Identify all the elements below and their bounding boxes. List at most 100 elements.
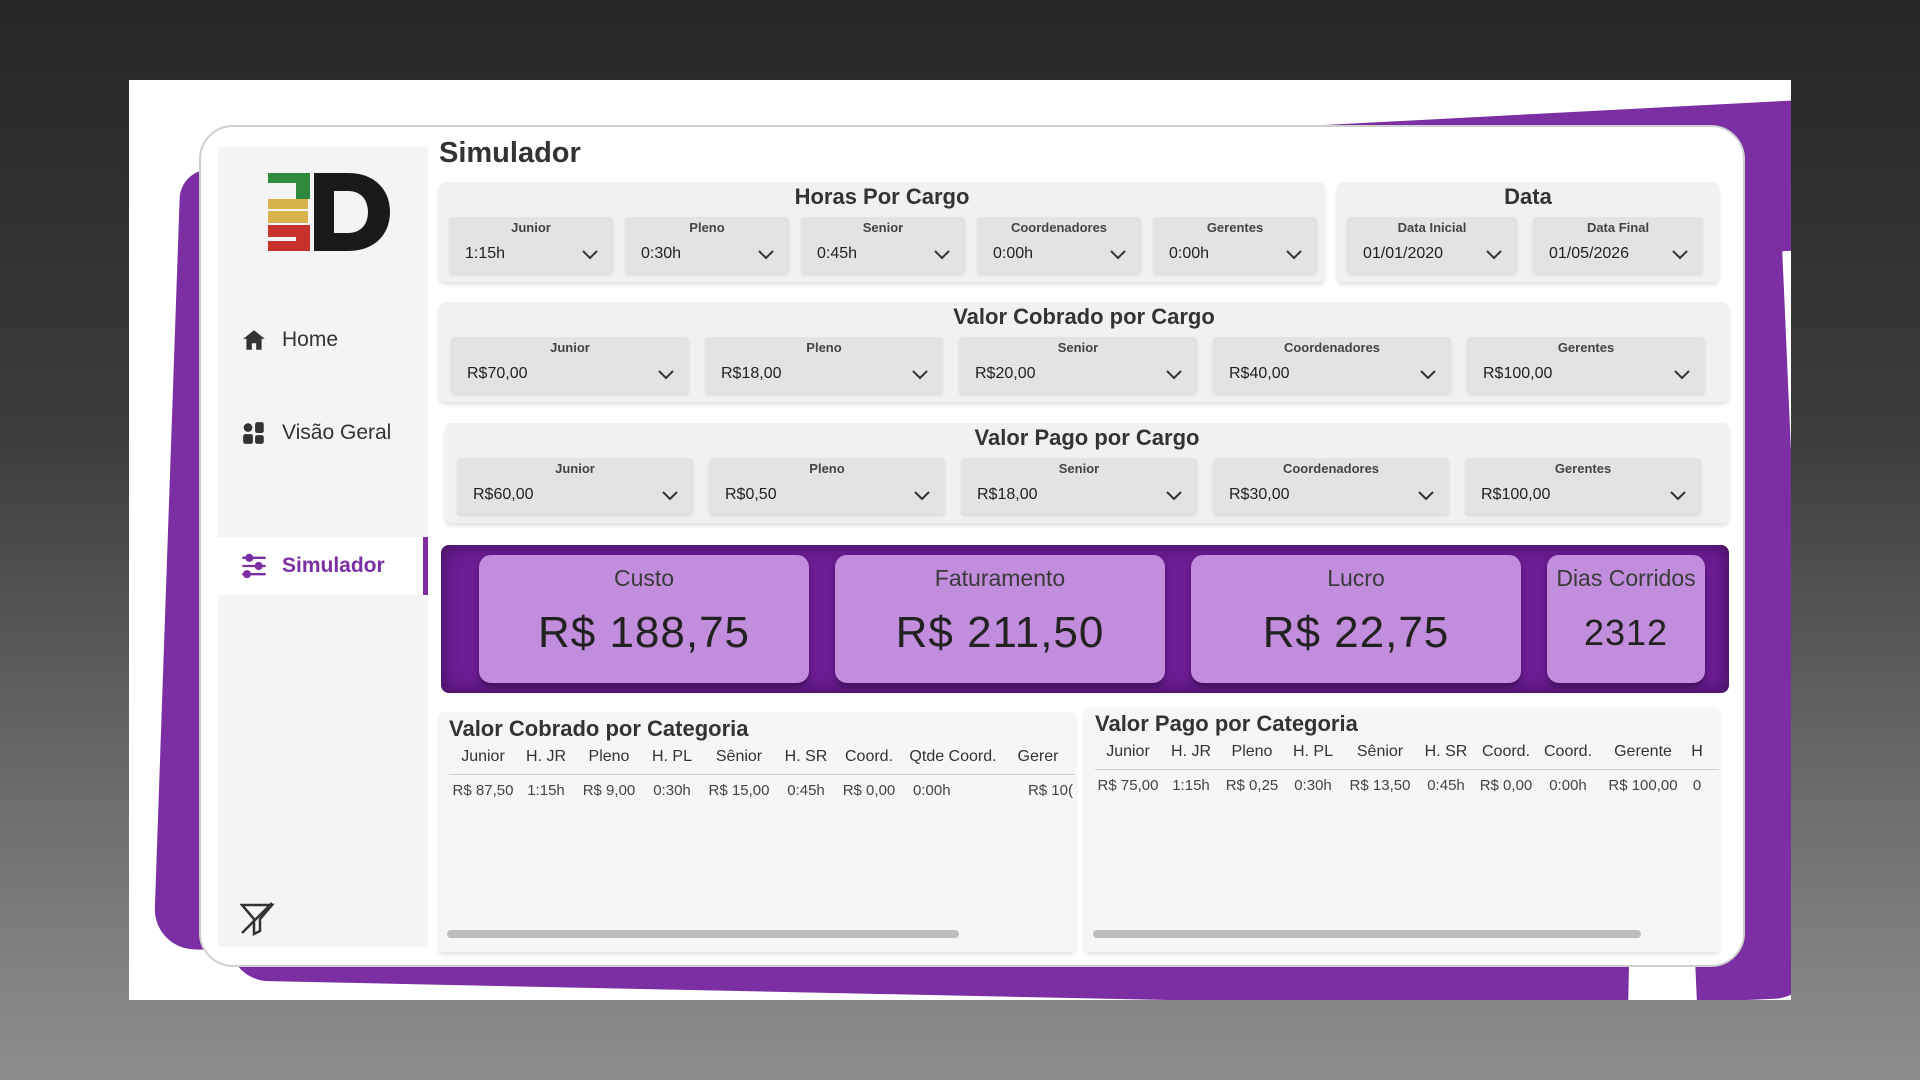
chevron-down-icon	[1166, 491, 1182, 501]
pago-coordenadores-slicer[interactable]: Coordenadores R$30,00	[1213, 458, 1449, 514]
horas-coordenadores-slicer[interactable]: Coordenadores 0:00h	[977, 217, 1141, 273]
slicer-label: Junior	[511, 220, 551, 235]
sliders-icon	[240, 552, 268, 580]
column-header[interactable]: H	[1687, 743, 1707, 769]
column-header[interactable]: H. JR	[517, 748, 575, 774]
table-cell: 0:45h	[1427, 777, 1465, 794]
table-cell: 0:00h	[1549, 777, 1587, 794]
data-final-slicer[interactable]: Data Final 01/05/2026	[1533, 217, 1703, 273]
kpi-lucro: Lucro R$ 22,75	[1191, 555, 1521, 683]
slicer-value: R$60,00	[473, 486, 534, 503]
chevron-down-icon	[912, 370, 928, 380]
table-cell: 0	[1692, 777, 1702, 794]
column-header[interactable]: Coord.	[1475, 743, 1537, 769]
column-header[interactable]: Junior	[1095, 743, 1161, 769]
column-header[interactable]: H. SR	[777, 748, 835, 774]
column-header[interactable]: Qtde Coord.	[903, 748, 1003, 774]
column-header[interactable]: Coord.	[1537, 743, 1599, 769]
slicer-label: Pleno	[689, 220, 725, 235]
slide-canvas: Home Visão Geral Simulador Simulador Hor…	[129, 80, 1791, 1000]
sidebar-item-home[interactable]: Home	[218, 312, 428, 368]
slicer-value: 01/01/2020	[1363, 245, 1444, 262]
column-header[interactable]: Pleno	[575, 748, 643, 774]
cobrado-coordenadores-slicer[interactable]: Coordenadores R$40,00	[1213, 337, 1451, 393]
slicer-label: Coordenadores	[1282, 461, 1380, 476]
table-divider	[449, 774, 1075, 775]
horas-pleno-slicer[interactable]: Pleno 0:30h	[625, 217, 789, 273]
table-cell: 0:00h	[913, 782, 951, 799]
pago-pleno-slicer[interactable]: Pleno R$0,50	[709, 458, 945, 514]
slicer-value: R$30,00	[1229, 486, 1290, 503]
slicer-value: R$18,00	[977, 486, 1038, 503]
table-cobrado-categoria: Valor Cobrado por Categoria Junior H. JR…	[439, 712, 1075, 952]
data-inicial-slicer[interactable]: Data Inicial 01/01/2020	[1347, 217, 1517, 273]
pago-senior-slicer[interactable]: Senior R$18,00	[961, 458, 1197, 514]
cobrado-title: Valor Cobrado por Cargo	[953, 304, 1215, 329]
slicer-label: Senior	[1058, 461, 1100, 476]
cobrado-gerentes-slicer[interactable]: Gerentes R$100,00	[1467, 337, 1705, 393]
slicer-value: 01/05/2026	[1549, 245, 1630, 262]
cobrado-junior-slicer[interactable]: Junior R$70,00	[451, 337, 689, 393]
cobrado-pleno-slicer[interactable]: Pleno R$18,00	[705, 337, 943, 393]
sidebar-item-label: Visão Geral	[282, 421, 392, 444]
pago-junior-slicer[interactable]: Junior R$60,00	[457, 458, 693, 514]
kpi-label: Lucro	[1327, 565, 1385, 591]
horas-senior-slicer[interactable]: Senior 0:45h	[801, 217, 965, 273]
table-cell: R$ 0,00	[842, 782, 896, 799]
column-header[interactable]: H. SR	[1417, 743, 1475, 769]
chevron-down-icon	[1286, 250, 1302, 260]
table-cell: R$ 15,00	[708, 782, 770, 799]
slicer-label: Junior	[550, 340, 590, 355]
chevron-down-icon	[1672, 250, 1688, 260]
company-logo	[268, 173, 390, 251]
horas-gerentes-slicer[interactable]: Gerentes 0:00h	[1153, 217, 1317, 273]
slicer-value: 0:45h	[817, 245, 858, 262]
table-cell: 1:15h	[1172, 777, 1210, 794]
table-pago-categoria: Valor Pago por Categoria Junior H. JR Pl…	[1085, 707, 1719, 952]
table-cell: 0:30h	[653, 782, 691, 799]
horas-title: Horas Por Cargo	[794, 184, 970, 209]
slicer-value: 0:30h	[641, 245, 682, 262]
horas-junior-slicer[interactable]: Junior 1:15h	[449, 217, 613, 273]
slicer-value: R$0,50	[725, 486, 777, 503]
column-header[interactable]: H. JR	[1161, 743, 1221, 769]
pago-gerentes-slicer[interactable]: Gerentes R$100,00	[1465, 458, 1701, 514]
slicer-value: R$40,00	[1229, 365, 1290, 382]
slicer-label: Data Final	[1586, 220, 1650, 235]
column-header[interactable]: Sênior	[701, 748, 777, 774]
slicer-label: Pleno	[809, 461, 845, 476]
slicer-value: 1:15h	[465, 245, 506, 262]
pago-panel: Valor Pago por Cargo Junior R$60,00 Plen…	[445, 423, 1729, 523]
column-header[interactable]: Pleno	[1221, 743, 1283, 769]
column-header[interactable]: H. PL	[1283, 743, 1343, 769]
kpi-band: Custo R$ 188,75 Faturamento R$ 211,50 Lu…	[441, 545, 1729, 693]
table-cell: R$ 100,00	[1608, 777, 1678, 794]
slicer-value: R$100,00	[1483, 365, 1553, 382]
sidebar-item-simulador[interactable]: Simulador	[218, 537, 428, 595]
slicer-value: 0:00h	[993, 245, 1034, 262]
chevron-down-icon	[758, 250, 774, 260]
pago-title: Valor Pago por Cargo	[974, 425, 1200, 450]
column-header[interactable]: Gerer	[1003, 748, 1073, 774]
table-cell: R$ 0,00	[1479, 777, 1533, 794]
column-header[interactable]: Sênior	[1343, 743, 1417, 769]
slicer-value: R$18,00	[721, 365, 782, 382]
kpi-label: Dias Corridos	[1556, 565, 1696, 591]
table-cell: R$ 87,50	[452, 782, 514, 799]
column-header[interactable]: H. PL	[643, 748, 701, 774]
table-title: Valor Pago por Categoria	[1095, 711, 1358, 736]
cobrado-senior-slicer[interactable]: Senior R$20,00	[959, 337, 1197, 393]
table-header: Junior H. JR Pleno H. PL Sênior H. SR Co…	[1095, 743, 1707, 769]
clear-filter-icon[interactable]	[238, 899, 278, 939]
column-header[interactable]: Gerente	[1599, 743, 1687, 769]
horizontal-scrollbar[interactable]	[1093, 930, 1641, 938]
kpi-value: R$ 22,75	[1262, 608, 1450, 657]
column-header[interactable]: Coord.	[835, 748, 903, 774]
table-cell: 0:30h	[1294, 777, 1332, 794]
column-header[interactable]: Junior	[449, 748, 517, 774]
chevron-down-icon	[1166, 370, 1182, 380]
sidebar-item-visao-geral[interactable]: Visão Geral	[218, 405, 428, 461]
horizontal-scrollbar[interactable]	[447, 930, 959, 938]
chevron-down-icon	[1418, 491, 1434, 501]
slicer-label: Data Inicial	[1397, 220, 1467, 235]
